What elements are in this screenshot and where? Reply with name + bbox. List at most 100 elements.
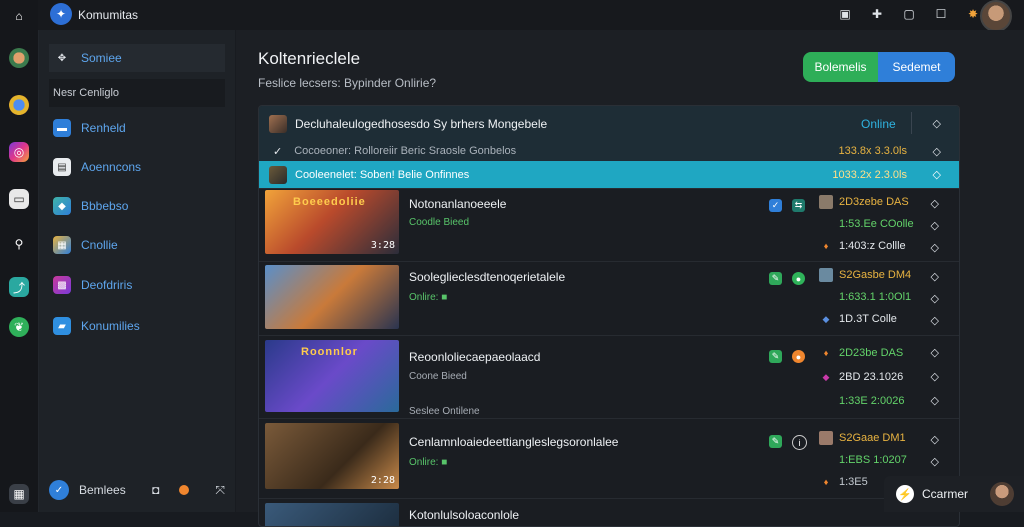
checkbox-icon[interactable]: ✓ (769, 199, 782, 212)
link-icon[interactable]: ⤴ (9, 277, 29, 297)
game-actions: ✎ ● (769, 350, 805, 363)
game-title: Kotonlulsoloaconlole (409, 508, 520, 522)
thumb-title-art: Roonnlor (301, 346, 358, 358)
sidebar-item-cnollie[interactable]: ▦ Cnollie (49, 231, 225, 259)
panel-highlight-row[interactable]: Cooleenelet: Soben! Belie Onfinnes 1033.… (259, 161, 959, 188)
chat-bubble-icon: ▬ (53, 119, 71, 137)
game-thumbnail[interactable] (265, 265, 399, 329)
thumb-title-art: Boeeedoliie (293, 196, 366, 208)
meta-line-3: 1:3E5 (839, 476, 868, 488)
green-dot-icon[interactable]: ● (792, 272, 805, 285)
sidebar-item-label: Bbbebso (81, 199, 129, 213)
sub-chevron-icon[interactable]: ◇ (933, 145, 941, 158)
check-icon: ✓ (273, 145, 283, 158)
sidebar-item-deofdriris[interactable]: ▩ Deofdriris (49, 271, 225, 299)
edit-icon[interactable]: ✎ (769, 272, 782, 285)
game-row[interactable]: Kotonlulsoloaconlole (259, 498, 959, 526)
head-status: Online (861, 116, 896, 131)
document-icon: ▤ (53, 158, 71, 176)
meta-thumb-icon (819, 195, 833, 209)
row-chevron-icon[interactable]: ◇ (931, 241, 939, 254)
expand-icon[interactable]: ⤧ (215, 483, 225, 498)
row-chevron-icon[interactable]: ◇ (931, 197, 939, 210)
meta-thumb-icon (819, 268, 833, 282)
calendar-icon[interactable]: ☐ (932, 5, 950, 23)
meta-line-2: 1:53.Ee COolle (839, 218, 914, 230)
meta-blank-icon (819, 394, 833, 408)
leaf-icon[interactable]: ❦ (9, 317, 29, 337)
check-circle-icon: ✓ (49, 480, 69, 500)
row-chevron-icon[interactable]: ◇ (931, 314, 939, 327)
duration-badge: 3:28 (370, 240, 395, 251)
sidebar-item-bbbebso[interactable]: ◆ Bbbebso (49, 192, 225, 220)
game-title: Reoonloliecaepaeolaacd (409, 350, 541, 364)
orange-dot-icon[interactable] (179, 485, 190, 495)
game-title: Notonanlanoeeele (409, 197, 507, 211)
meta-line-3: 1:33E 2:0026 (839, 395, 905, 407)
game-subtitle: Onlire: ■ (409, 292, 448, 303)
panel-sub-row[interactable]: ✓ Cocoeoner: Rolloreiir Beric Sraosle Go… (259, 141, 959, 161)
game-subtitle: Coodle Bieed (409, 217, 470, 228)
toast-notification[interactable]: ⚡ Ccarmer (884, 476, 1024, 512)
gem-icon: ◆ (822, 371, 830, 382)
edit-icon[interactable]: ✎ (769, 350, 782, 363)
gift-icon[interactable]: ◘ (152, 483, 159, 497)
avatar-app-icon[interactable] (9, 48, 29, 68)
row-chevron-icon[interactable]: ◇ (931, 270, 939, 283)
info-icon[interactable]: i (792, 435, 807, 450)
game-thumbnail[interactable] (265, 503, 399, 526)
meta-blank-icon (819, 290, 833, 304)
row-chevron-icon[interactable]: ◇ (931, 455, 939, 468)
game-row[interactable]: Boeeedoliie 3:28 Notonanlanoeeele Coodle… (259, 188, 959, 262)
highlight-chevron-icon[interactable]: ◇ (933, 168, 941, 181)
sidebar-item-somiee[interactable]: ✥ Somiee (49, 44, 225, 72)
game-row[interactable]: 2:28 Cenlamnloaiedeettiangleslegsoronlal… (259, 418, 959, 499)
user-avatar[interactable] (980, 0, 1012, 32)
sidebar-item-konumilies[interactable]: ▰ Konumilies (49, 312, 225, 340)
main-area: Koltenrieclele Feslice lecsers: Bypinder… (236, 30, 1024, 527)
game-subtitle: Coone Bieed (409, 371, 467, 382)
orange-badge-icon[interactable]: ● (792, 350, 805, 363)
sidebar-item-aoenncons[interactable]: ▤ Aoenncons (49, 153, 225, 181)
meta-blank-icon (819, 453, 833, 467)
meta-line-1: S2Gaae DM1 (839, 432, 906, 444)
home-icon[interactable]: ⌂ (9, 6, 29, 26)
meta-line-1: S2Gasbe DM4 (839, 269, 912, 281)
game-subtitle: Onlire: ■ (409, 457, 448, 468)
sidebar-item-renheld[interactable]: ▬ Renheld (49, 114, 225, 142)
game-title: Sooleglieclesdtenoqerietalele (409, 270, 566, 284)
puzzle-icon[interactable]: ✚ (868, 5, 886, 23)
game-thumbnail[interactable]: Boeeedoliie 3:28 (265, 190, 399, 254)
message-icon[interactable]: ▭ (9, 189, 29, 209)
sidebar-section-label: Nesr Cenliglo (53, 87, 120, 99)
share-icon[interactable]: ⇆ (792, 199, 805, 212)
duration-badge: 2:28 (370, 475, 395, 486)
footer-label[interactable]: Bemlees (79, 483, 126, 497)
panel-head-row[interactable]: Decluhaleulogedhosesdo Sy brhers Mongebe… (259, 106, 959, 141)
game-row[interactable]: Sooleglieclesdtenoqerietalele Onlire: ■ … (259, 261, 959, 336)
game-thumbnail[interactable]: Roonnlor (265, 340, 399, 412)
gem-icon: ◆ (822, 313, 830, 324)
head-chevron-icon[interactable]: ◇ (933, 117, 941, 130)
tools-icon[interactable]: ⚲ (9, 234, 29, 254)
notes-icon[interactable]: ▣ (836, 5, 854, 23)
meta-blank-icon (819, 217, 833, 231)
primary-blue-button[interactable]: Sedemet (878, 52, 955, 82)
primary-green-button[interactable]: Bolemelis (803, 52, 878, 82)
game-thumbnail[interactable]: 2:28 (265, 423, 399, 489)
row-chevron-icon[interactable]: ◇ (931, 433, 939, 446)
row-chevron-icon[interactable]: ◇ (931, 292, 939, 305)
app-rail: ⌂ ◎ ▭ ⚲ ⤴ ❦ ▦ (0, 0, 39, 512)
row-chevron-icon[interactable]: ◇ (931, 219, 939, 232)
highlight-text: Cooleenelet: Soben! Belie Onfinnes (295, 168, 470, 181)
row-chevron-icon[interactable]: ◇ (931, 346, 939, 359)
gamepad-logo-icon: ✦ (50, 3, 72, 25)
browser-icon[interactable] (9, 95, 29, 115)
settings-grid-icon[interactable]: ▦ (9, 484, 29, 504)
game-row[interactable]: Roonnlor Reoonloliecaepaeolaacd Coone Bi… (259, 335, 959, 419)
row-chevron-icon[interactable]: ◇ (931, 394, 939, 407)
row-chevron-icon[interactable]: ◇ (931, 370, 939, 383)
chat-icon[interactable]: ▢ (900, 5, 918, 23)
instagram-icon[interactable]: ◎ (9, 142, 29, 162)
edit-icon[interactable]: ✎ (769, 435, 782, 448)
